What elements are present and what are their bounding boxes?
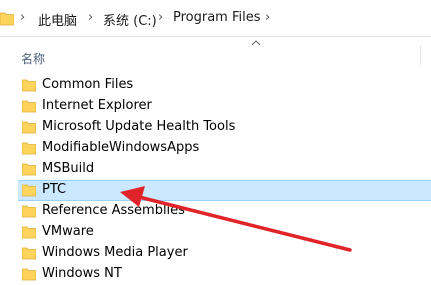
list-item-name: Reference Assemblies xyxy=(42,203,185,218)
folder-icon xyxy=(22,121,36,134)
list-item-name: VMware xyxy=(42,224,94,239)
folder-icon xyxy=(22,142,36,155)
folder-icon xyxy=(0,12,14,26)
folder-icon xyxy=(22,163,36,176)
list-item[interactable]: Common Files xyxy=(18,75,431,96)
list-item[interactable]: VMware xyxy=(18,222,431,243)
breadcrumb-separator: › xyxy=(20,10,26,25)
breadcrumb-system-drive[interactable]: 系统 (C:) xyxy=(103,10,157,29)
sort-ascending-icon xyxy=(251,40,261,46)
list-item-selected[interactable]: PTC xyxy=(18,180,431,201)
list-item-name: Windows Media Player xyxy=(42,245,188,260)
folder-icon xyxy=(22,268,36,281)
list-item-name: Microsoft Update Health Tools xyxy=(42,119,236,134)
breadcrumb-separator: › xyxy=(88,10,94,25)
folder-icon xyxy=(22,100,36,113)
list-item-name: ModifiableWindowsApps xyxy=(42,140,200,155)
folder-icon xyxy=(22,247,36,260)
breadcrumb-separator: › xyxy=(265,10,271,25)
list-item[interactable]: Reference Assemblies xyxy=(18,201,431,222)
list-item-name: Internet Explorer xyxy=(42,98,152,113)
list-item-name: Common Files xyxy=(42,77,134,92)
list-item[interactable]: MSBuild xyxy=(18,159,431,180)
folder-icon xyxy=(22,184,36,197)
list-item[interactable]: Microsoft Update Health Tools xyxy=(18,117,431,138)
list-item[interactable]: Windows NT xyxy=(18,264,431,285)
list-item[interactable]: ModifiableWindowsApps xyxy=(18,138,431,159)
breadcrumb-this-pc[interactable]: 此电脑 xyxy=(38,10,77,29)
column-header-name[interactable]: 名称 xyxy=(21,50,45,67)
list-item[interactable]: Internet Explorer xyxy=(18,96,431,117)
list-item-name: PTC xyxy=(42,182,67,197)
address-bar[interactable]: › 此电脑 › 系统 (C:) › Program Files › xyxy=(0,0,431,37)
breadcrumb-separator: › xyxy=(158,10,164,25)
folder-icon xyxy=(22,205,36,218)
breadcrumb-program-files[interactable]: Program Files xyxy=(173,10,261,25)
column-divider[interactable] xyxy=(420,45,421,65)
list-item-name: MSBuild xyxy=(42,161,95,176)
folder-icon xyxy=(22,226,36,239)
folder-icon xyxy=(22,79,36,92)
list-item[interactable]: Windows Media Player xyxy=(18,243,431,264)
